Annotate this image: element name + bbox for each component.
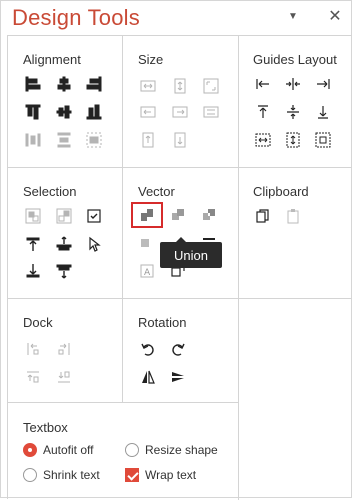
- title-bar: Design Tools ▼ ✕: [1, 1, 351, 35]
- guide-center-v-icon[interactable]: [284, 103, 302, 121]
- alignment-title: Alignment: [23, 52, 81, 67]
- autofit-off-radio[interactable]: [23, 443, 37, 457]
- resize-shape-radio[interactable]: [125, 443, 139, 457]
- same-size-icon[interactable]: [202, 77, 220, 95]
- rotate-left-icon[interactable]: [139, 340, 157, 358]
- distribute-vertical-icon[interactable]: [55, 131, 73, 149]
- distribute-horizontal-icon[interactable]: [24, 131, 42, 149]
- design-tools-panel: Design Tools ▼ ✕ Alignment Size Guides L…: [0, 0, 352, 500]
- guides-layout-title: Guides Layout: [253, 52, 337, 67]
- vector-title: Vector: [138, 184, 175, 199]
- autofit-off-option[interactable]: Autofit off: [23, 443, 93, 457]
- select-same-type-icon[interactable]: [55, 207, 73, 225]
- align-top-icon[interactable]: [24, 103, 42, 121]
- fragment-icon[interactable]: [200, 206, 218, 224]
- wrap-text-label: Wrap text: [145, 468, 197, 482]
- combine-icon[interactable]: [169, 206, 187, 224]
- copy-icon[interactable]: [254, 207, 272, 225]
- guide-center-h-icon[interactable]: [284, 75, 302, 93]
- guide-left-icon[interactable]: [254, 75, 272, 93]
- dock-top-icon[interactable]: [24, 368, 42, 386]
- selection-title: Selection: [23, 184, 77, 199]
- flip-horizontal-icon[interactable]: [139, 368, 157, 386]
- shrink-text-label: Shrink text: [43, 468, 100, 482]
- align-center-icon[interactable]: [55, 75, 73, 93]
- union-icon[interactable]: [138, 206, 156, 224]
- select-checkbox-icon[interactable]: [85, 207, 103, 225]
- resize-shape-option[interactable]: Resize shape: [125, 443, 218, 457]
- dock-left-icon[interactable]: [24, 340, 42, 358]
- rotation-title: Rotation: [138, 315, 187, 330]
- shrink-text-option[interactable]: Shrink text: [23, 468, 100, 482]
- stretch-top-icon[interactable]: [139, 131, 157, 149]
- stretch-left-icon[interactable]: [139, 103, 157, 121]
- clipboard-title: Clipboard: [253, 184, 309, 199]
- rotate-right-icon[interactable]: [169, 340, 187, 358]
- intersect-icon[interactable]: [138, 234, 156, 252]
- align-middle-icon[interactable]: [55, 103, 73, 121]
- same-width-icon[interactable]: [139, 77, 157, 95]
- dock-title: Dock: [23, 315, 53, 330]
- textbox-title: Textbox: [23, 420, 68, 435]
- wrap-text-option[interactable]: Wrap text: [125, 468, 196, 482]
- close-icon[interactable]: ✕: [325, 7, 345, 27]
- size-title: Size: [138, 52, 164, 67]
- select-layer-icon[interactable]: [55, 235, 73, 253]
- shrink-text-radio[interactable]: [23, 468, 37, 482]
- stretch-right-icon[interactable]: [171, 103, 189, 121]
- flip-vertical-icon[interactable]: [169, 368, 187, 386]
- select-above-icon[interactable]: [24, 235, 42, 253]
- paste-icon[interactable]: [284, 207, 302, 225]
- same-height-icon[interactable]: [171, 77, 189, 95]
- text-to-shape-icon[interactable]: A: [138, 262, 156, 280]
- wrap-text-checkbox[interactable]: [125, 468, 139, 482]
- union-tooltip: Union: [160, 237, 222, 268]
- guide-fit-height-icon[interactable]: [284, 131, 302, 149]
- align-left-icon[interactable]: [24, 75, 42, 93]
- stretch-bottom-icon[interactable]: [171, 131, 189, 149]
- select-pointer-icon[interactable]: [85, 235, 103, 253]
- dock-bottom-icon[interactable]: [55, 368, 73, 386]
- guide-right-icon[interactable]: [314, 75, 332, 93]
- resize-shape-label: Resize shape: [145, 443, 218, 457]
- dropdown-arrow-icon[interactable]: ▼: [283, 7, 303, 27]
- guide-fit-both-icon[interactable]: [314, 131, 332, 149]
- guide-bottom-icon[interactable]: [314, 103, 332, 121]
- select-similar-icon[interactable]: [24, 207, 42, 225]
- stretch-both-icon[interactable]: [202, 103, 220, 121]
- select-in-group-icon[interactable]: [55, 262, 73, 280]
- guide-fit-width-icon[interactable]: [254, 131, 272, 149]
- guide-top-icon[interactable]: [254, 103, 272, 121]
- group-distribute-icon[interactable]: [85, 131, 103, 149]
- autofit-off-label: Autofit off: [43, 443, 94, 457]
- align-right-icon[interactable]: [85, 75, 103, 93]
- panel-title: Design Tools: [12, 5, 140, 30]
- svg-text:A: A: [144, 268, 151, 278]
- select-below-icon[interactable]: [24, 262, 42, 280]
- dock-right-icon[interactable]: [55, 340, 73, 358]
- align-bottom-icon[interactable]: [85, 103, 103, 121]
